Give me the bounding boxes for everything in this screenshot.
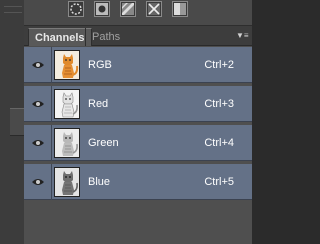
channel-row-blue[interactable]: Blue Ctrl+5 xyxy=(24,164,252,200)
channel-shortcut: Ctrl+3 xyxy=(204,98,234,110)
channel-name: Red xyxy=(88,98,109,110)
save-selection-icon[interactable] xyxy=(94,1,110,17)
channel-name: RGB xyxy=(88,59,112,71)
photoshop-window: Channels Paths ▼≡ RGB Ctrl+2 Red Ctrl+3 … xyxy=(0,0,252,244)
tab-channels[interactable]: Channels xyxy=(28,28,92,46)
new-channel-icon[interactable] xyxy=(120,1,136,17)
left-dock-strip xyxy=(0,0,24,244)
dock-divider xyxy=(4,12,22,13)
channel-row-red[interactable]: Red Ctrl+3 xyxy=(24,86,252,122)
tab-paths[interactable]: Paths xyxy=(85,28,126,46)
dock-collapse-handle[interactable] xyxy=(10,108,24,136)
channel-shortcut: Ctrl+2 xyxy=(204,59,234,71)
visibility-eye-icon[interactable] xyxy=(24,125,52,161)
channel-row-rgb[interactable]: RGB Ctrl+2 xyxy=(24,47,252,83)
channel-options-icon[interactable] xyxy=(172,1,188,17)
visibility-eye-icon[interactable] xyxy=(24,86,52,122)
visibility-eye-icon[interactable] xyxy=(24,47,52,83)
channel-shortcut: Ctrl+4 xyxy=(204,137,234,149)
panel-tab-bar: Channels Paths ▼≡ xyxy=(24,26,252,46)
panel-toolbar xyxy=(24,0,252,26)
rgb-thumbnail xyxy=(54,50,80,80)
channel-list: RGB Ctrl+2 Red Ctrl+3 Green Ctrl+4 Blue … xyxy=(24,47,252,244)
dotted-circle-icon[interactable] xyxy=(68,1,84,17)
channel-name: Green xyxy=(88,137,119,149)
channel-name: Blue xyxy=(88,176,111,188)
dock-divider xyxy=(4,6,22,7)
green-thumbnail xyxy=(54,128,80,158)
panel-menu-icon[interactable]: ▼≡ xyxy=(236,30,249,42)
channels-panel: Channels Paths ▼≡ RGB Ctrl+2 Red Ctrl+3 … xyxy=(24,26,252,244)
channel-shortcut: Ctrl+5 xyxy=(204,176,234,188)
blue-thumbnail xyxy=(54,167,80,197)
channel-row-green[interactable]: Green Ctrl+4 xyxy=(24,125,252,161)
delete-channel-icon[interactable] xyxy=(146,1,162,17)
visibility-eye-icon[interactable] xyxy=(24,164,52,200)
red-thumbnail xyxy=(54,89,80,119)
channel-list-empty-area xyxy=(24,203,252,244)
